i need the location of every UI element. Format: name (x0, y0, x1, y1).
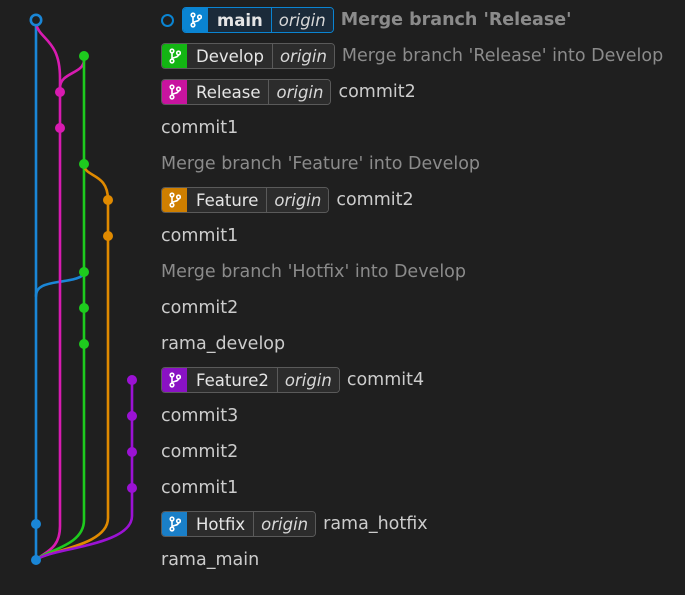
commit-row[interactable]: commit1 (161, 473, 238, 503)
release-branch-line (34, 22, 62, 562)
branch-badge[interactable]: Develop origin (161, 43, 335, 69)
commit-row[interactable]: main origin Merge branch 'Release' (161, 5, 572, 35)
commit-row[interactable]: Release origin commit2 (161, 77, 416, 107)
commit-message: commit2 (338, 82, 416, 102)
commit-node[interactable] (79, 159, 89, 169)
commit-row[interactable]: Develop origin Merge branch 'Release' into… (161, 41, 663, 71)
branch-icon (162, 188, 187, 212)
commit-node[interactable] (55, 87, 65, 97)
branch-badge[interactable]: Hotfix origin (161, 511, 317, 537)
commit-node[interactable] (31, 519, 41, 529)
commit-row[interactable]: rama_main (161, 545, 259, 575)
branch-icon (162, 368, 187, 392)
commit-node[interactable] (79, 51, 89, 61)
remote-name: origin (271, 44, 334, 68)
branch-name: Hotfix (187, 512, 254, 536)
commit-node[interactable] (127, 483, 137, 493)
branch-name: Feature (187, 188, 267, 212)
branch-badge[interactable]: Feature2 origin (161, 367, 340, 393)
remote-name: origin (276, 368, 339, 392)
feature-branch-line (34, 162, 110, 562)
commit-row[interactable]: commit1 (161, 221, 238, 251)
branch-name: main (208, 8, 271, 32)
commit-row[interactable]: Merge branch 'Feature' into Develop (161, 149, 480, 179)
branch-badge[interactable]: Release origin (161, 79, 332, 105)
remote-name: origin (266, 188, 329, 212)
branch-name: Develop (187, 44, 272, 68)
branch-name: Feature2 (187, 368, 277, 392)
commit-message: commit3 (161, 406, 239, 426)
commit-row[interactable]: rama_develop (161, 329, 285, 359)
commit-node[interactable] (103, 231, 113, 241)
commit-row[interactable]: Feature2 origin commit4 (161, 365, 424, 395)
branch-icon (183, 8, 208, 32)
commit-message: commit4 (346, 370, 425, 390)
commit-row[interactable]: commit2 (161, 437, 238, 467)
branch-icon (162, 80, 187, 104)
commit-row[interactable]: Feature origin commit2 (161, 185, 414, 215)
commit-row[interactable]: Hotfix origin rama_hotfix (161, 509, 428, 539)
commit-message: commit1 (161, 118, 239, 138)
commit-node[interactable] (127, 411, 137, 421)
branch-icon (162, 44, 187, 68)
commit-message: commit1 (161, 226, 239, 246)
commit-message: commit2 (161, 298, 239, 318)
remote-name: origin (253, 512, 316, 536)
commit-row[interactable]: commit2 (161, 293, 238, 323)
commit-message: rama_develop (161, 334, 286, 354)
commit-message: Merge branch 'Release' into Develop (341, 46, 664, 66)
release-merge-line (58, 58, 86, 90)
commit-message: commit2 (161, 442, 239, 462)
branch-badge[interactable]: Feature origin (161, 187, 330, 213)
commit-node[interactable] (79, 339, 89, 349)
commit-node[interactable] (31, 555, 41, 565)
head-indicator-icon (161, 13, 174, 27)
commit-node[interactable] (79, 267, 89, 277)
commit-message: Merge branch 'Feature' into Develop (161, 154, 481, 174)
commit-message: rama_main (161, 550, 260, 570)
commit-graph (29, 13, 137, 565)
commit-message: rama_hotfix (323, 514, 428, 534)
remote-name: origin (268, 80, 331, 104)
commit-node[interactable] (103, 195, 113, 205)
commit-node[interactable] (127, 375, 137, 385)
branch-name: Release (187, 80, 269, 104)
branch-icon (162, 512, 187, 536)
commit-message: Merge branch 'Release' (340, 10, 572, 30)
commit-row[interactable]: commit1 (161, 113, 238, 143)
commit-node[interactable] (79, 303, 89, 313)
commit-message: commit2 (336, 190, 414, 210)
commit-row[interactable]: commit3 (161, 401, 238, 431)
branch-badge[interactable]: main origin (182, 7, 334, 33)
commit-message: Merge branch 'Hotfix' into Develop (161, 262, 467, 282)
commit-message: commit1 (161, 478, 239, 498)
commit-node[interactable] (127, 447, 137, 457)
head-commit-node[interactable] (29, 13, 43, 27)
commit-node[interactable] (55, 123, 65, 133)
remote-name: origin (270, 8, 333, 32)
commit-row[interactable]: Merge branch 'Hotfix' into Develop (161, 257, 466, 287)
